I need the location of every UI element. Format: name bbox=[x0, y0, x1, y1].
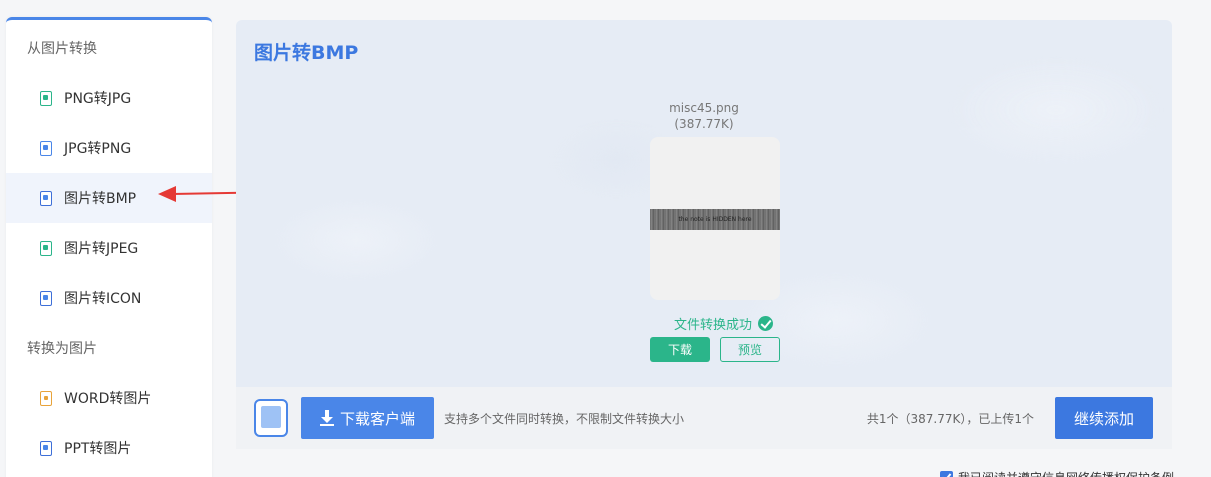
thumbnail-text: the note is HIDDEN here bbox=[678, 216, 752, 223]
image-convert-icon bbox=[40, 190, 52, 206]
section-title-to-image: 转换为图片 bbox=[27, 341, 97, 357]
sidebar: 从图片转换 PNG转JPG JPG转PNG 图片转BMP 图片转JPEG 图片转… bbox=[6, 17, 212, 477]
agreement-row[interactable]: 我已阅读并遵守信息网络传播权保护条例 bbox=[940, 469, 1174, 477]
annotation-arrow-head-icon bbox=[158, 186, 176, 202]
sidebar-item-label: 图片转BMP bbox=[64, 191, 137, 207]
conversion-status: 文件转换成功 bbox=[674, 314, 774, 333]
page-title: 图片转BMP bbox=[254, 42, 359, 64]
preview-button[interactable]: 预览 bbox=[720, 337, 780, 362]
image-convert-icon bbox=[40, 140, 52, 156]
status-text: 文件转换成功 bbox=[674, 318, 753, 333]
sidebar-item-image-to-bmp[interactable]: 图片转BMP bbox=[6, 173, 212, 223]
download-button[interactable]: 下载 bbox=[650, 337, 710, 362]
bottom-action-bar: 下载客户端 支持多个文件同时转换，不限制文件转换大小 共1个（387.77K），… bbox=[236, 387, 1172, 449]
section-title-from-image: 从图片转换 bbox=[27, 41, 97, 57]
sidebar-item-label: WORD转图片 bbox=[64, 391, 152, 407]
image-convert-icon bbox=[40, 290, 52, 306]
file-size: (387.77K) bbox=[674, 117, 734, 131]
file-thumbnail: the note is HIDDEN here bbox=[650, 137, 780, 300]
upload-summary: 共1个（387.77K），已上传1个 bbox=[866, 412, 1034, 426]
ppt-doc-icon bbox=[40, 440, 52, 456]
sidebar-item-label: 图片转JPEG bbox=[64, 241, 139, 257]
sidebar-item-label: JPG转PNG bbox=[64, 141, 132, 157]
sidebar-item-image-to-jpeg[interactable]: 图片转JPEG bbox=[6, 223, 212, 273]
sidebar-item-jpg-to-png[interactable]: JPG转PNG bbox=[6, 123, 212, 173]
sidebar-item-ppt-to-image[interactable]: PPT转图片 bbox=[6, 423, 212, 473]
continue-add-button[interactable]: 继续添加 bbox=[1055, 397, 1153, 439]
download-icon bbox=[319, 410, 334, 426]
support-hint: 支持多个文件同时转换，不限制文件转换大小 bbox=[444, 412, 685, 426]
thumbnail-image-strip: the note is HIDDEN here bbox=[650, 209, 780, 230]
sidebar-item-label: PNG转JPG bbox=[64, 91, 132, 107]
sidebar-item-word-to-image[interactable]: WORD转图片 bbox=[6, 373, 212, 423]
file-name: misc45.png bbox=[669, 101, 739, 115]
agreement-text: 我已阅读并遵守信息网络传播权保护条例 bbox=[958, 469, 1174, 477]
image-convert-icon bbox=[40, 90, 52, 106]
sidebar-item-label: PPT转图片 bbox=[64, 441, 132, 457]
tablet-icon bbox=[254, 399, 288, 437]
check-circle-icon bbox=[758, 316, 774, 331]
download-client-button[interactable]: 下载客户端 bbox=[301, 397, 434, 439]
image-convert-icon bbox=[40, 240, 52, 256]
download-client-label: 下载客户端 bbox=[339, 410, 415, 428]
sidebar-item-png-to-jpg[interactable]: PNG转JPG bbox=[6, 73, 212, 123]
conversion-panel: 图片转BMP misc45.png (387.77K) the note is … bbox=[236, 20, 1172, 387]
sidebar-item-label: 图片转ICON bbox=[64, 291, 142, 307]
agreement-checkbox[interactable] bbox=[940, 471, 953, 477]
sidebar-item-image-to-icon[interactable]: 图片转ICON bbox=[6, 273, 212, 323]
word-doc-icon bbox=[40, 390, 52, 406]
